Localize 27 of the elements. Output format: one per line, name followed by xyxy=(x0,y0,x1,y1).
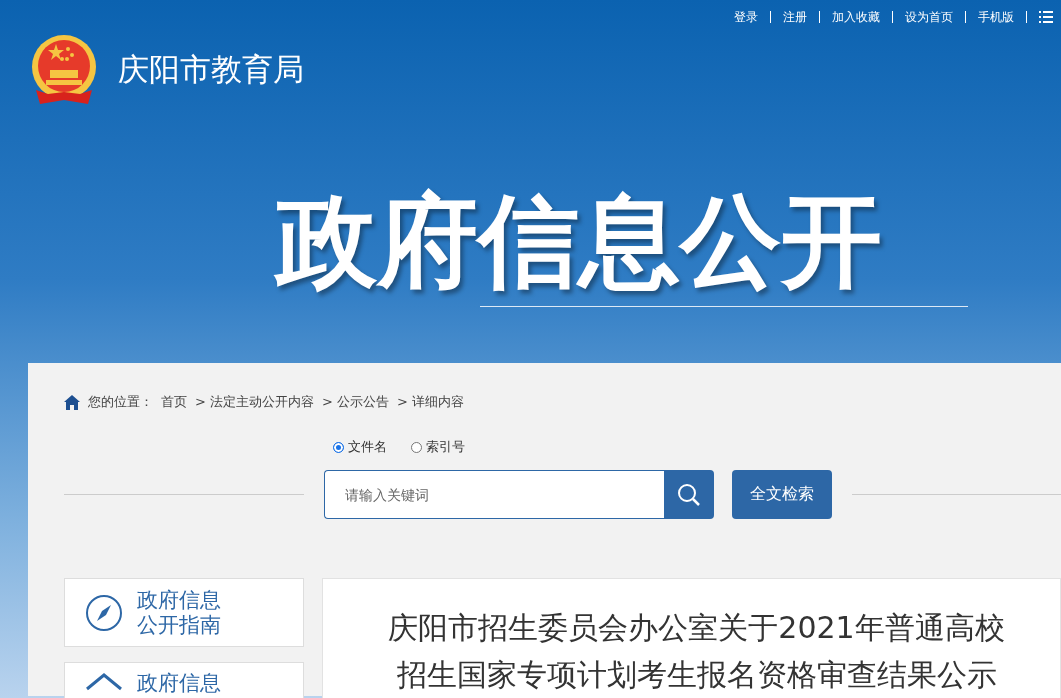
search-field[interactable]: 请输入关键词 xyxy=(324,470,664,519)
site-title: 庆阳市教育局 xyxy=(118,50,304,89)
article-title: 庆阳市招生委员会办公室关于2021年普通高校 招生国家专项计划考生报名资格审查结果公示 xyxy=(387,609,1006,694)
top-link[interactable]: 注册 xyxy=(783,8,807,26)
search-button[interactable] xyxy=(664,470,714,519)
home-icon[interactable] xyxy=(64,394,80,410)
radio-label[interactable]: 文件名 xyxy=(348,438,387,456)
fulltext-search-button[interactable]: 全文检索 xyxy=(732,470,832,519)
radio-label[interactable]: 索引号 xyxy=(426,438,465,456)
top-link[interactable]: 设为首页 xyxy=(905,8,953,26)
search-icon xyxy=(677,482,701,507)
sidebar-item[interactable]: 政府信息 xyxy=(64,662,304,698)
menu-icon[interactable] xyxy=(1039,11,1053,23)
sidebar-item[interactable]: 政府信息 公开指南 xyxy=(64,578,304,647)
radio-button[interactable] xyxy=(411,441,422,453)
top-link[interactable]: 手机版 xyxy=(978,8,1014,26)
top-link[interactable]: 加入收藏 xyxy=(832,8,880,26)
radio-button[interactable] xyxy=(333,441,344,453)
top-link[interactable]: 登录 xyxy=(734,8,758,26)
breadcrumb-link[interactable]: > 法定主动公开内容 xyxy=(195,393,315,411)
breadcrumb-link[interactable]: > 公示公告 xyxy=(322,393,390,411)
breadcrumb-link[interactable]: 首页 xyxy=(161,393,187,411)
compass-icon xyxy=(85,593,123,632)
roof-icon xyxy=(85,671,123,691)
breadcrumb-label: 您的位置： xyxy=(88,393,153,411)
breadcrumb-link[interactable]: > 详细内容 xyxy=(397,393,465,411)
banner-title: 政府信息公开 xyxy=(276,186,882,298)
